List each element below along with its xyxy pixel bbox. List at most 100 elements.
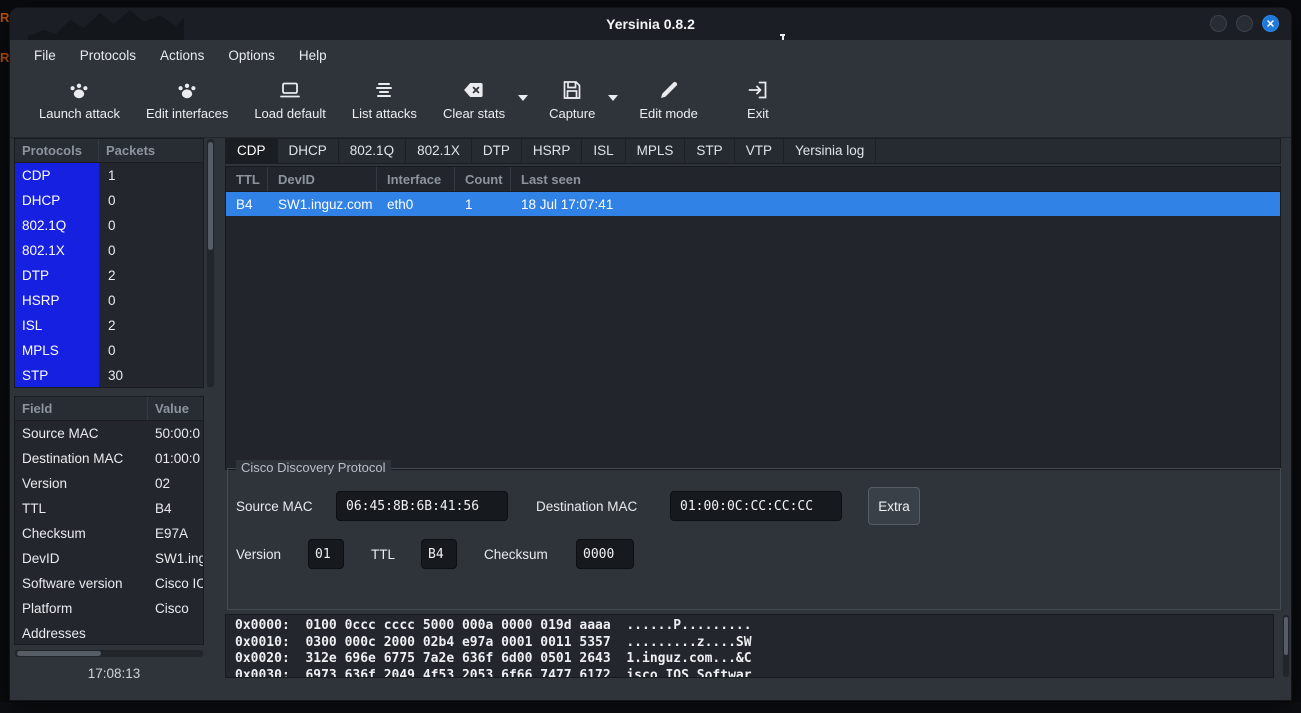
field-name: Platform: [15, 596, 148, 621]
tool-label: Exit: [747, 106, 769, 121]
destination-mac-input[interactable]: [670, 491, 842, 521]
menu-protocols[interactable]: Protocols: [68, 43, 148, 68]
packet-ttl: B4: [226, 192, 268, 216]
protocol-row[interactable]: MPLS0: [15, 338, 203, 363]
packets-column-header[interactable]: Packets: [99, 139, 203, 162]
cdp-protocol-frame: Cisco Discovery Protocol Source MAC Dest…: [227, 468, 1281, 610]
field-value: SW1.ing: [148, 546, 203, 571]
field-row[interactable]: Addresses: [15, 621, 203, 645]
menu-options[interactable]: Options: [216, 43, 287, 68]
tab-isl[interactable]: ISL: [582, 139, 625, 163]
maximize-button[interactable]: [1236, 15, 1253, 32]
minimize-button[interactable]: [1210, 15, 1227, 32]
edit-mode-button[interactable]: Edit mode: [626, 77, 711, 122]
extra-button[interactable]: Extra: [868, 487, 920, 525]
col-interface[interactable]: Interface: [377, 167, 455, 191]
col-ttl[interactable]: TTL: [226, 167, 268, 191]
version-input[interactable]: [308, 539, 344, 569]
clear-stats-dropdown-button[interactable]: [514, 91, 532, 105]
tab-mpls[interactable]: MPLS: [626, 139, 686, 163]
col-last-seen[interactable]: Last seen: [511, 167, 1280, 191]
hexdump-line: 0x0020: 312e 696e 6775 7a2e 636f 6d00 05…: [235, 651, 1273, 668]
tab-dtp[interactable]: DTP: [472, 139, 522, 163]
field-row[interactable]: PlatformCisco: [15, 596, 203, 621]
field-row[interactable]: TTLB4: [15, 496, 203, 521]
protocol-name: HSRP: [15, 288, 99, 313]
field-row[interactable]: DevIDSW1.ing: [15, 546, 203, 571]
col-devid[interactable]: DevID: [268, 167, 377, 191]
tab-hsrp[interactable]: HSRP: [522, 139, 583, 163]
field-column-header[interactable]: Field: [15, 397, 148, 420]
desktop-bottom-strip: [0, 702, 1301, 713]
protocol-row[interactable]: CDP1: [15, 163, 203, 188]
tab-stp[interactable]: STP: [685, 139, 734, 163]
exit-button[interactable]: Exit: [733, 77, 783, 122]
protocol-row[interactable]: DTP2: [15, 263, 203, 288]
field-name: DevID: [15, 546, 148, 571]
status-time: 17:08:13: [14, 666, 214, 681]
protocol-row[interactable]: HSRP0: [15, 288, 203, 313]
close-icon: [1265, 18, 1276, 29]
field-row[interactable]: Destination MAC01:00:0: [15, 446, 203, 471]
window-title: Yersinia 0.8.2: [606, 16, 695, 32]
protocol-row[interactable]: STP30: [15, 363, 203, 388]
field-value: 02: [148, 471, 203, 496]
protocol-row[interactable]: 802.1Q0: [15, 213, 203, 238]
field-row[interactable]: ChecksumE97A: [15, 521, 203, 546]
field-value: [148, 621, 203, 645]
protocol-row[interactable]: 802.1X0: [15, 238, 203, 263]
packet-last-seen: 18 Jul 17:07:41: [511, 192, 1280, 216]
protocol-name: CDP: [15, 163, 99, 188]
close-button[interactable]: [1262, 15, 1279, 32]
packet-row[interactable]: B4 SW1.inguz.com eth0 1 18 Jul 17:07:41: [226, 192, 1280, 216]
protocol-name: 802.1Q: [15, 213, 99, 238]
launch-attack-button[interactable]: Launch attack: [26, 77, 133, 122]
packet-count: 0: [99, 213, 203, 238]
source-mac-input[interactable]: [336, 491, 508, 521]
protocol-row[interactable]: ISL2: [15, 313, 203, 338]
tab-cdp[interactable]: CDP: [226, 139, 278, 163]
packet-interface: eth0: [377, 192, 455, 216]
load-default-button[interactable]: Load default: [241, 77, 339, 122]
field-row[interactable]: Software versionCisco IO: [15, 571, 203, 596]
protocols-column-header[interactable]: Protocols: [15, 139, 99, 162]
tab-dhcp[interactable]: DHCP: [278, 139, 339, 163]
exit-icon: [746, 78, 770, 102]
checksum-label: Checksum: [484, 547, 548, 562]
titlebar[interactable]: Yersinia 0.8.2: [10, 8, 1291, 40]
menu-file[interactable]: File: [22, 43, 68, 68]
fields-horizontal-scrollbar[interactable]: [14, 649, 204, 658]
packet-count: 0: [99, 238, 203, 263]
tool-label: List attacks: [352, 106, 417, 121]
field-name: Checksum: [15, 521, 148, 546]
protocol-tabstrip: CDP DHCP 802.1Q 802.1X DTP HSRP ISL MPLS…: [225, 138, 1281, 164]
frame-title: Cisco Discovery Protocol: [236, 460, 391, 475]
source-mac-label: Source MAC: [236, 499, 313, 514]
protocols-scrollbar[interactable]: [206, 138, 215, 388]
tab-8021q[interactable]: 802.1Q: [339, 139, 406, 163]
capture-dropdown-button[interactable]: [604, 91, 622, 105]
packet-count: 30: [99, 363, 203, 388]
edit-interfaces-button[interactable]: Edit interfaces: [133, 77, 241, 122]
ttl-input[interactable]: [421, 539, 457, 569]
tool-label: Load default: [254, 106, 326, 121]
tab-yersinia-log[interactable]: Yersinia log: [784, 139, 876, 163]
tab-8021x[interactable]: 802.1X: [406, 139, 472, 163]
value-column-header[interactable]: Value: [148, 397, 203, 420]
protocol-name: DHCP: [15, 188, 99, 213]
hexdump-scrollbar[interactable]: [1282, 614, 1290, 678]
list-attacks-button[interactable]: List attacks: [339, 77, 430, 122]
protocols-panel: Protocols Packets CDP1 DHCP0 802.1Q0 802…: [14, 138, 204, 388]
tab-vtp[interactable]: VTP: [735, 139, 784, 163]
hexdump-line: 0x0010: 0300 000c 2000 02b4 e97a 0001 00…: [235, 635, 1273, 652]
col-count[interactable]: Count: [455, 167, 511, 191]
menu-help[interactable]: Help: [287, 43, 339, 68]
clear-stats-button[interactable]: Clear stats: [430, 77, 518, 122]
field-row[interactable]: Version02: [15, 471, 203, 496]
field-name: Addresses: [15, 621, 148, 645]
checksum-input[interactable]: [576, 539, 634, 569]
protocol-row[interactable]: DHCP0: [15, 188, 203, 213]
capture-button[interactable]: Capture: [536, 77, 608, 122]
field-row[interactable]: Source MAC50:00:0: [15, 421, 203, 446]
menu-actions[interactable]: Actions: [148, 43, 216, 68]
